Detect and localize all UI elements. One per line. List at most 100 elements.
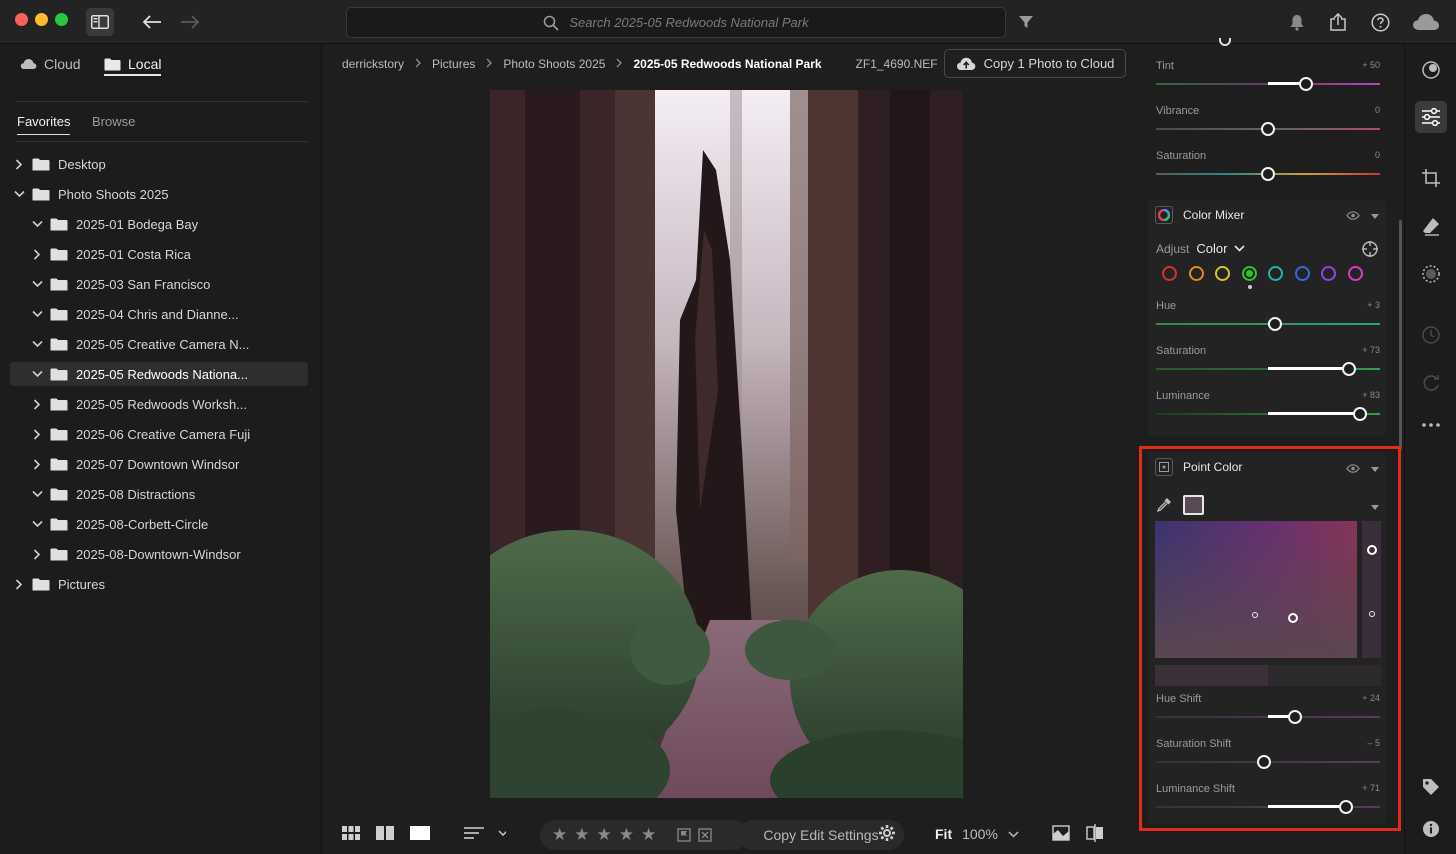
folder-tree-item[interactable]: 2025-04 Chris and Dianne... — [10, 302, 308, 326]
sort-icon[interactable] — [464, 824, 506, 842]
visibility-eye-icon[interactable] — [1346, 209, 1360, 223]
square-grid-view-icon[interactable] — [376, 824, 394, 842]
history-icon[interactable] — [1415, 319, 1447, 351]
flag-pick-icon[interactable] — [677, 828, 691, 842]
window-minimize-button[interactable] — [35, 13, 48, 26]
zoom-control[interactable]: Fit 100% — [935, 826, 1019, 842]
folder-tree-item[interactable]: Desktop — [10, 152, 308, 176]
slider-knob[interactable] — [1261, 167, 1275, 181]
chevron-right-icon[interactable] — [28, 548, 46, 560]
folder-tree-item[interactable]: 2025-08-Corbett-Circle — [10, 512, 308, 536]
forward-arrow-icon[interactable] — [176, 8, 204, 36]
photo-preview[interactable] — [490, 90, 963, 798]
slider-knob[interactable] — [1261, 122, 1275, 136]
rating-stars[interactable]: ★ ★ ★ ★ ★ — [540, 820, 748, 850]
chevron-down-icon[interactable] — [1008, 830, 1019, 838]
chevron-down-icon[interactable] — [10, 190, 28, 198]
presets-icon[interactable] — [1415, 54, 1447, 86]
chevron-right-icon[interactable] — [28, 458, 46, 470]
breadcrumb-item[interactable]: Photo Shoots 2025 — [503, 57, 605, 71]
chevron-down-icon[interactable] — [1234, 245, 1246, 252]
chevron-right-icon[interactable] — [10, 158, 28, 170]
copy-to-cloud-button[interactable]: Copy 1 Photo to Cloud — [944, 49, 1126, 78]
chevron-down-icon[interactable] — [28, 340, 46, 348]
star-icon[interactable]: ★ — [619, 825, 634, 845]
color-swatch[interactable] — [1188, 266, 1204, 281]
crop-icon[interactable] — [1415, 162, 1447, 194]
color-swatch[interactable] — [1321, 266, 1336, 281]
star-icon[interactable]: ★ — [597, 825, 612, 845]
folder-tree-item[interactable]: Photo Shoots 2025 — [10, 182, 308, 206]
chevron-down-icon[interactable] — [28, 310, 46, 318]
chevron-right-icon[interactable] — [28, 248, 46, 260]
before-after-icon[interactable] — [1052, 824, 1070, 842]
more-options-icon[interactable] — [1415, 409, 1447, 441]
chevron-right-icon[interactable] — [28, 398, 46, 410]
folder-tree-item[interactable]: 2025-05 Redwoods Nationa... — [10, 362, 308, 386]
folder-tree-item[interactable]: 2025-01 Bodega Bay — [10, 212, 308, 236]
breadcrumb-item[interactable]: ZF1_4690.NEF — [856, 57, 938, 71]
panel-collapse-icon[interactable] — [1371, 212, 1379, 222]
chevron-down-icon[interactable] — [28, 490, 46, 498]
chevron-right-icon[interactable] — [28, 428, 46, 440]
chevron-down-icon[interactable] — [28, 280, 46, 288]
slider-value[interactable]: + 3 — [1367, 300, 1380, 310]
filter-icon[interactable] — [1012, 8, 1040, 36]
keyword-tag-icon[interactable] — [1415, 771, 1447, 803]
chevron-down-icon[interactable] — [28, 220, 46, 228]
masking-icon[interactable] — [1415, 258, 1447, 290]
bell-icon[interactable] — [1283, 8, 1311, 36]
edit-panel-scrollbar[interactable] — [1399, 220, 1402, 450]
gear-icon[interactable] — [878, 824, 896, 842]
slider-hue[interactable]: Hue + 3 — [1156, 300, 1380, 340]
tab-cloud[interactable]: Cloud — [20, 56, 81, 72]
slider-vibrance[interactable]: Vibrance 0 — [1156, 105, 1380, 145]
targeted-adjustment-icon[interactable] — [1361, 240, 1379, 263]
grid-view-icon[interactable] — [342, 824, 360, 842]
color-swatch[interactable] — [1268, 266, 1283, 281]
folder-tree-item[interactable]: 2025-06 Creative Camera Fuji — [10, 422, 308, 446]
chevron-right-icon[interactable] — [10, 578, 28, 590]
search-field[interactable]: Search 2025-05 Redwoods National Park — [346, 7, 1006, 38]
slider-knob[interactable] — [1353, 407, 1367, 421]
breadcrumb-item[interactable]: 2025-05 Redwoods National Park — [633, 57, 821, 71]
chevron-down-icon[interactable] — [28, 370, 46, 378]
folder-tree-item[interactable]: Pictures — [10, 572, 308, 596]
color-swatch[interactable] — [1162, 266, 1177, 281]
help-icon[interactable] — [1366, 8, 1394, 36]
info-icon[interactable] — [1415, 813, 1447, 845]
color-swatch[interactable] — [1241, 266, 1257, 281]
slider-saturation[interactable]: Saturation + 73 — [1156, 345, 1380, 385]
slider-value[interactable]: + 83 — [1362, 390, 1380, 400]
tab-browse[interactable]: Browse — [92, 114, 135, 129]
cloud-icon[interactable] — [1410, 8, 1442, 36]
breadcrumb-item[interactable]: derrickstory — [342, 57, 404, 71]
folder-tree-item[interactable]: 2025-01 Costa Rica — [10, 242, 308, 266]
window-close-button[interactable] — [15, 13, 28, 26]
zoom-value[interactable]: 100% — [962, 826, 998, 842]
slider-tint[interactable]: Tint + 50 — [1156, 60, 1380, 100]
folder-tree-item[interactable]: 2025-07 Downtown Windsor — [10, 452, 308, 476]
chevron-down-icon[interactable] — [28, 520, 46, 528]
detail-view-icon[interactable] — [410, 824, 430, 842]
color-swatch[interactable] — [1294, 266, 1310, 281]
slider-value[interactable]: + 73 — [1362, 345, 1380, 355]
tab-favorites[interactable]: Favorites — [17, 114, 71, 135]
slider-knob[interactable] — [1342, 362, 1356, 376]
folder-tree-item[interactable]: 2025-05 Creative Camera N... — [10, 332, 308, 356]
slider-value[interactable]: + 50 — [1362, 60, 1380, 70]
compare-icon[interactable] — [1086, 824, 1104, 842]
fit-label[interactable]: Fit — [935, 826, 952, 842]
breadcrumb-item[interactable]: Pictures — [432, 57, 475, 71]
folder-tree-item[interactable]: 2025-05 Redwoods Worksh... — [10, 392, 308, 416]
slider-saturation[interactable]: Saturation 0 — [1156, 150, 1380, 190]
back-arrow-icon[interactable] — [138, 8, 166, 36]
adjust-dropdown-value[interactable]: Color — [1196, 241, 1227, 256]
slider-value[interactable]: 0 — [1375, 150, 1380, 160]
star-icon[interactable]: ★ — [574, 825, 589, 845]
window-maximize-button[interactable] — [55, 13, 68, 26]
color-swatch[interactable] — [1347, 266, 1363, 281]
tab-local[interactable]: Local — [104, 56, 162, 76]
sidebar-toggle-icon[interactable] — [86, 8, 114, 36]
healing-eraser-icon[interactable] — [1415, 210, 1447, 242]
